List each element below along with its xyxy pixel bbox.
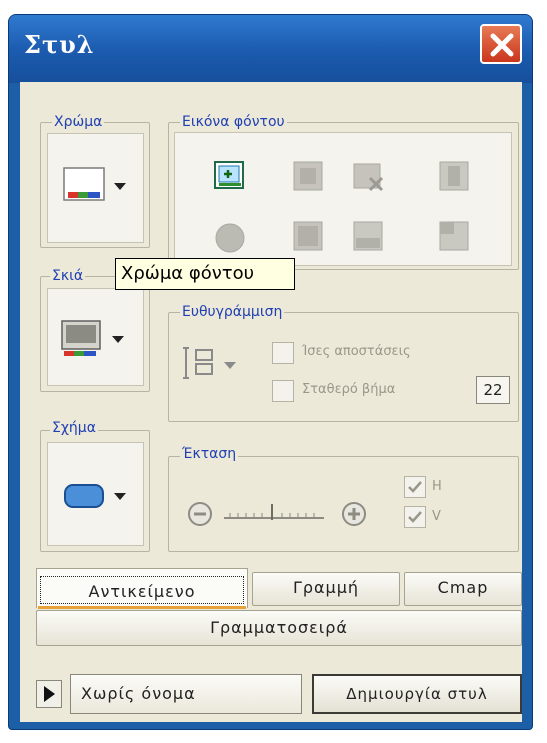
- fixed-step-checkbox[interactable]: [272, 380, 294, 402]
- fill-color-icon: [63, 167, 126, 201]
- image-fit-button[interactable]: [212, 218, 248, 258]
- image-bottom-button[interactable]: [350, 218, 386, 258]
- image-bottom-icon: [353, 221, 383, 251]
- vertical-distribute-icon: [183, 347, 236, 379]
- tab-cmap[interactable]: Cmap: [404, 572, 522, 606]
- shadow-group-label: Σκιά: [50, 268, 86, 284]
- equal-spacing-checkbox[interactable]: [272, 342, 294, 364]
- fixed-step-value-input[interactable]: 22: [476, 376, 510, 404]
- plus-circle-icon: [342, 502, 366, 526]
- close-button[interactable]: [480, 24, 522, 64]
- image-stretch-icon: [293, 221, 323, 251]
- image-tile-button[interactable]: [290, 158, 326, 198]
- image-center-icon: [439, 161, 469, 191]
- equal-spacing-label: Ίσες αποστάσεις: [302, 344, 411, 359]
- create-style-button[interactable]: Δημιουργία στυλ: [312, 674, 522, 714]
- image-remove-icon: [353, 163, 384, 192]
- image-stretch-button[interactable]: [290, 218, 326, 258]
- zoom-in-button[interactable]: [340, 500, 368, 532]
- alignment-group-label: Ευθυγράμμιση: [180, 304, 285, 320]
- shape-group-label: Σχήμα: [50, 420, 98, 436]
- color-group-label: Χρώμα: [52, 114, 105, 130]
- zoom-out-button[interactable]: [186, 500, 214, 532]
- image-remove-button[interactable]: [350, 158, 386, 198]
- window-title: Στυλ: [24, 30, 95, 59]
- check-icon: [408, 511, 422, 523]
- alignment-dropdown[interactable]: [180, 344, 256, 388]
- minus-circle-icon: [188, 502, 212, 526]
- insert-image-button[interactable]: [212, 158, 248, 198]
- background-image-group-label: Εικόνα φόντου: [180, 114, 287, 130]
- horizontal-checkbox[interactable]: [404, 476, 426, 498]
- style-name-field[interactable]: Χωρίς όνομα: [70, 674, 302, 714]
- image-corner-icon: [439, 221, 469, 251]
- vertical-label: V: [432, 509, 441, 524]
- shadow-color-button[interactable]: [47, 288, 144, 386]
- shadow-color-icon: [61, 320, 124, 356]
- insert-image-icon: [214, 161, 244, 189]
- image-corner-button[interactable]: [436, 218, 472, 258]
- image-center-button[interactable]: [436, 158, 472, 198]
- vertical-checkbox[interactable]: [404, 506, 426, 528]
- check-icon: [408, 481, 422, 493]
- close-icon: [490, 33, 514, 57]
- fixed-step-label: Σταθερό βήμα: [302, 382, 396, 397]
- rounded-rectangle-shape-icon: [64, 484, 126, 508]
- horizontal-label: H: [432, 479, 442, 494]
- selected-tab-indicator: [38, 606, 246, 609]
- shape-button[interactable]: [47, 442, 144, 546]
- tab-object-label: Αντικείμενο: [40, 576, 244, 604]
- tab-font[interactable]: Γραμματοσειρά: [36, 610, 522, 646]
- style-expand-button[interactable]: [36, 680, 62, 708]
- background-color-button[interactable]: [47, 133, 144, 243]
- image-tile-icon: [293, 161, 323, 191]
- background-color-tooltip: Χρώμα φόντου: [115, 258, 295, 290]
- extent-slider[interactable]: [220, 500, 330, 532]
- image-fit-icon: [215, 223, 245, 253]
- extent-group-label: Έκταση: [180, 446, 239, 462]
- tab-line[interactable]: Γραμμή: [252, 572, 400, 606]
- play-arrow-icon: [44, 686, 55, 702]
- extent-slider-track: [224, 504, 324, 520]
